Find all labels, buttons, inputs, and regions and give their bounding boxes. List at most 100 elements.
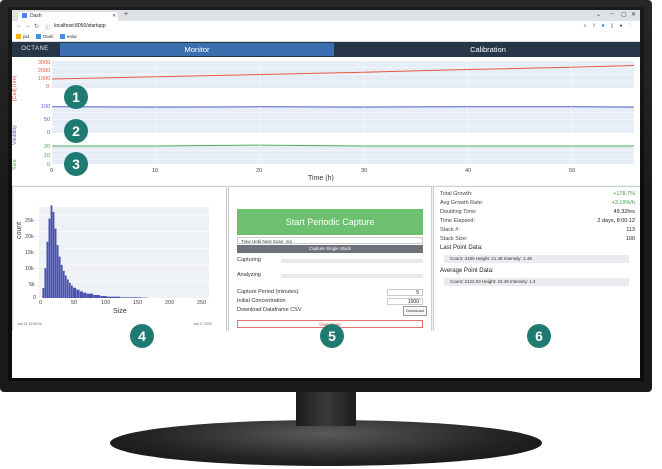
bookmark-item[interactable]: Dash (36, 33, 54, 40)
bookmark-item[interactable]: enlar (60, 33, 77, 40)
histogram-bar (54, 228, 57, 298)
maximize-icon[interactable]: ▢ (621, 11, 627, 18)
growth-chart: [Cell] (nm) Visibility Size 3000 2000 10… (12, 57, 640, 185)
analyzing-progress-bar (281, 274, 423, 278)
callout-badge-6: 6 (527, 324, 551, 348)
average-point-title: Average Point Data: (440, 268, 494, 274)
histogram-bar (86, 293, 94, 298)
download-button[interactable]: Download (403, 306, 427, 316)
hist-y-tick: 10k (25, 266, 34, 272)
capture-period-label: Capture Period (minutes) (237, 289, 299, 295)
reload-icon[interactable]: ↻ (34, 23, 39, 30)
y3-tick: 20 (44, 144, 51, 150)
last-point-title: Last Point Data: (440, 245, 483, 251)
histogram-footer-right: Jan 17 2022 (193, 322, 213, 326)
callout-badge-3: 3 (64, 152, 88, 176)
y2-tick: 0 (47, 130, 51, 136)
capturing-label: Capturing (237, 257, 261, 263)
hist-x-tick: 200 (165, 300, 175, 306)
hist-x-tick: 250 (197, 300, 207, 306)
histogram-bar (64, 275, 67, 298)
search-icon[interactable]: ⌕ (582, 23, 588, 29)
monitor-stand-neck (296, 392, 356, 426)
tab-monitor[interactable]: Monitor (60, 43, 334, 56)
next-scan-timer: Time Until Next Scan: n/a (237, 237, 423, 244)
x-tick: 20 (256, 168, 263, 174)
callout-badge-4: 4 (130, 324, 154, 348)
capture-control-panel: Start Periodic Capture Time Until Next S… (228, 186, 432, 332)
download-csv-label: Download Dataframe CSV (237, 307, 302, 313)
stat-value: +3.19%/h (611, 200, 635, 206)
histogram-bar (46, 241, 49, 298)
menu-icon[interactable]: ⋮ (627, 23, 633, 29)
octane-logo: OCTANE (21, 46, 49, 52)
callout-badge-5: 5 (320, 324, 344, 348)
back-icon[interactable]: ← (16, 23, 22, 29)
histogram-bar (50, 205, 53, 298)
browser-tab[interactable]: Dash ✕ (18, 12, 118, 21)
new-tab-icon[interactable]: + (124, 11, 128, 18)
capture-period-input[interactable]: 5 (387, 289, 423, 296)
folder-icon (16, 34, 21, 39)
bookmark-icon (60, 34, 65, 39)
histogram-bar (62, 270, 65, 298)
sidepanel-icon[interactable]: ▯ (609, 23, 615, 29)
histogram-footer-left: Jan 15 10:00:00 (17, 322, 43, 326)
hist-y-tick: 0 (33, 295, 37, 301)
url-input[interactable]: localhost:8050/startupp (54, 23, 554, 30)
bookmark-icon (36, 34, 41, 39)
callout-badge-2: 2 (64, 119, 88, 143)
series-line (52, 144, 634, 147)
bookmark-item[interactable]: pid (16, 33, 29, 40)
initial-concentration-input[interactable]: 1000 (387, 298, 423, 305)
site-info-icon[interactable]: ⓘ (45, 24, 50, 31)
hist-x-tick: 50 (71, 300, 78, 306)
histogram-bar (60, 264, 63, 298)
browser-address-bar: ← → ↻ ⓘ localhost:8050/startupp ⌕ ⇪ ★ ▯ … (12, 21, 640, 32)
histogram-bar (52, 211, 55, 298)
hist-y-tick: 20k (25, 234, 34, 240)
y1-tick: 0 (46, 84, 50, 90)
stat-value: +178.7% (613, 191, 635, 197)
y1-tick: 3000 (38, 60, 51, 66)
star-icon[interactable]: ★ (600, 23, 606, 29)
histogram-bar (93, 295, 100, 298)
share-icon[interactable]: ⇪ (591, 23, 597, 29)
stat-value: 100 (625, 236, 635, 242)
histogram-y-label: count (16, 221, 23, 239)
browser-tab-title: Dash (30, 13, 42, 19)
histogram-bar (107, 296, 121, 298)
capture-single-stack-button[interactable]: Capture Single Stack (237, 245, 423, 253)
stat-label: Avg Growth Rate: (440, 200, 484, 206)
statistics-panel: Total Growth: +178.7% Avg Growth Rate: +… (433, 186, 640, 332)
histogram-bar (44, 268, 47, 298)
close-icon[interactable]: ✕ (112, 12, 116, 21)
average-point-data: Count: 2122.03 Height: 22.49 Intensity: … (444, 278, 629, 286)
browser-tab-strip: Dash ✕ + ⌄ – ▢ ✕ (12, 10, 640, 21)
histogram-bar (66, 279, 69, 298)
y1-tick: 1000 (38, 76, 51, 82)
chevron-down-icon[interactable]: ⌄ (596, 11, 601, 18)
minimize-icon[interactable]: – (610, 11, 613, 17)
stat-value: 113 (626, 227, 635, 233)
capturing-progress-bar (281, 259, 423, 263)
forward-icon[interactable]: → (25, 23, 31, 29)
y3-tick: 10 (44, 153, 51, 159)
histogram-bar (68, 282, 71, 298)
dash-favicon-icon (22, 12, 27, 18)
hist-y-tick: 5k (29, 282, 35, 288)
bookmarks-bar: pid Dash enlar (12, 32, 640, 42)
histogram-bar (70, 285, 73, 298)
profile-icon[interactable]: ● (618, 23, 624, 29)
stat-label: Doubling Time: (440, 209, 477, 215)
x-tick: 50 (569, 168, 576, 174)
monitor-stand-base (110, 420, 542, 466)
start-periodic-capture-button[interactable]: Start Periodic Capture (237, 209, 423, 235)
histogram-bar (120, 297, 141, 298)
tab-calibration[interactable]: Calibration (336, 43, 640, 56)
x-tick: 10 (152, 168, 159, 174)
analyzing-label: Analyzing (237, 272, 261, 278)
size-histogram-panel: count 25k 20k 15k 10k 5k 0 0 50 100 150 … (12, 186, 227, 332)
window-close-icon[interactable]: ✕ (631, 11, 636, 18)
stat-label: Stack Size: (440, 236, 468, 242)
